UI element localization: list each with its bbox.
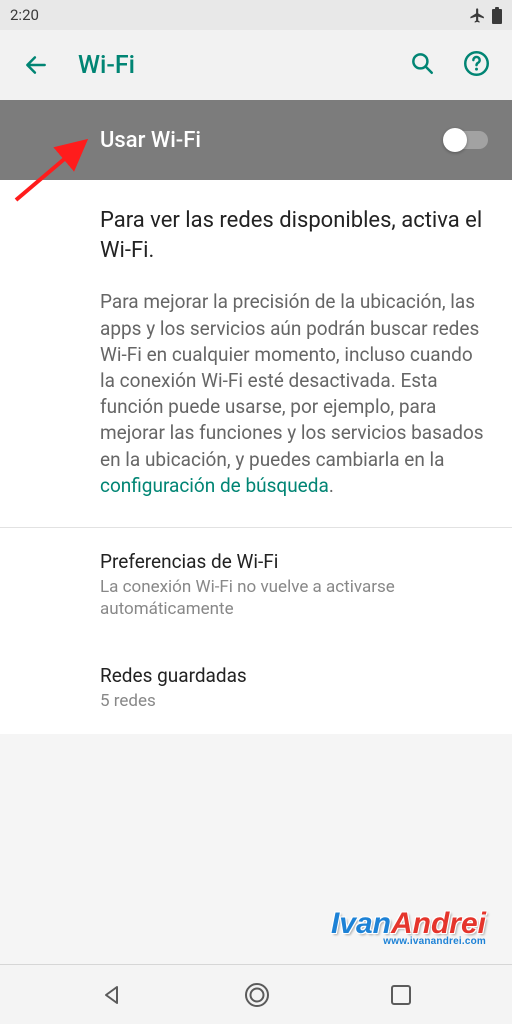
- circle-home-icon: [243, 981, 271, 1009]
- wifi-toggle-label: Usar Wi-Fi: [100, 128, 444, 153]
- help-icon: [463, 50, 490, 77]
- watermark-part1: Ivan: [331, 907, 391, 940]
- square-recent-icon: [390, 984, 412, 1006]
- search-icon: [409, 50, 435, 76]
- status-time: 2:20: [10, 6, 39, 24]
- nav-back-button[interactable]: [100, 983, 124, 1007]
- help-button[interactable]: [463, 50, 490, 81]
- status-bar: 2:20: [0, 0, 512, 30]
- triangle-back-icon: [100, 983, 124, 1007]
- switch-thumb: [443, 128, 467, 152]
- info-body-prefix: Para mejorar la precisión de la ubicació…: [100, 290, 484, 470]
- list-item-title: Redes guardadas: [100, 664, 484, 687]
- list-item-title: Preferencias de Wi-Fi: [100, 550, 484, 573]
- wifi-toggle-switch[interactable]: [444, 131, 488, 149]
- nav-home-button[interactable]: [243, 981, 271, 1009]
- content-area: Para ver las redes disponibles, activa e…: [0, 180, 512, 734]
- wifi-toggle-panel[interactable]: Usar Wi-Fi: [0, 100, 512, 180]
- wifi-preferences-item[interactable]: Preferencias de Wi-Fi La conexión Wi-Fi …: [0, 528, 512, 642]
- airplane-mode-icon: [469, 7, 486, 24]
- watermark: IvanAndrei www.ivanandrei.com: [331, 910, 486, 946]
- search-button[interactable]: [409, 50, 435, 81]
- back-arrow-icon: [23, 52, 49, 78]
- list-item-subtitle: La conexión Wi-Fi no vuelve a activarse …: [100, 576, 484, 620]
- app-header: Wi-Fi: [0, 30, 512, 100]
- battery-icon: [492, 7, 502, 24]
- wifi-info-block: Para ver las redes disponibles, activa e…: [0, 180, 512, 527]
- system-nav-bar: [0, 964, 512, 1024]
- info-body-suffix: .: [329, 474, 334, 497]
- status-right: [469, 7, 502, 24]
- back-button[interactable]: [10, 52, 62, 78]
- list-item-subtitle: 5 redes: [100, 690, 484, 712]
- search-settings-link[interactable]: configuración de búsqueda: [100, 474, 329, 497]
- info-title: Para ver las redes disponibles, activa e…: [100, 206, 484, 265]
- nav-recent-button[interactable]: [390, 984, 412, 1006]
- page-title: Wi-Fi: [62, 51, 409, 80]
- info-body: Para mejorar la precisión de la ubicació…: [100, 289, 484, 499]
- saved-networks-item[interactable]: Redes guardadas 5 redes: [0, 642, 512, 734]
